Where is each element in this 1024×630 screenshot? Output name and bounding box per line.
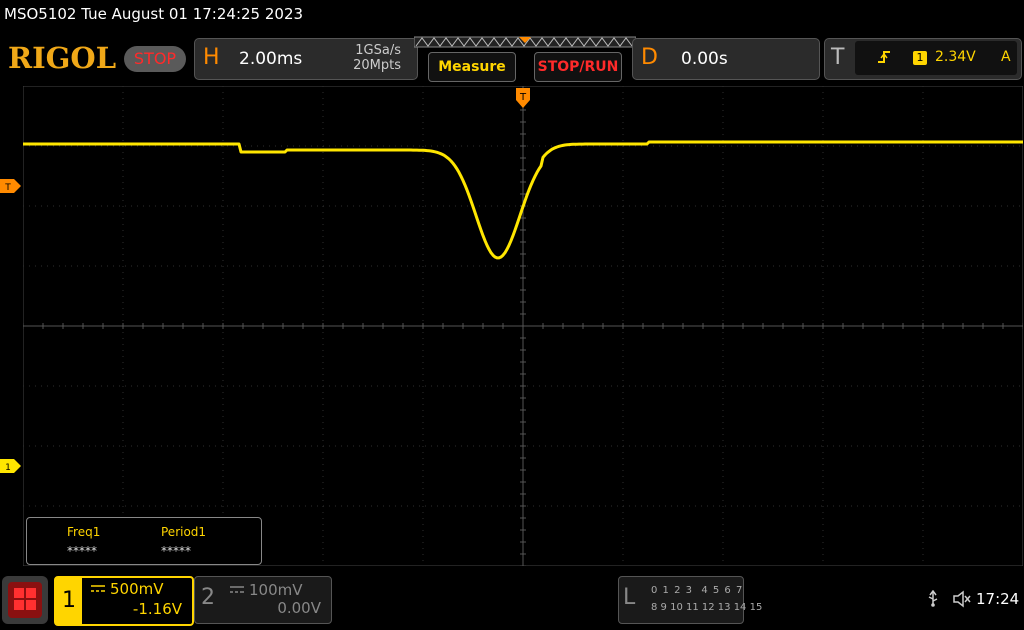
trigger-position-bar (414, 36, 636, 48)
grid-menu-icon (8, 582, 42, 618)
measurement-label: Period1 (161, 525, 207, 539)
clock: 17:24 (976, 590, 1020, 608)
trigger-position-marker: T (516, 88, 530, 108)
menu-button[interactable] (2, 576, 48, 624)
speaker-muted-icon[interactable] (952, 590, 972, 612)
measurement-value: ***** (67, 544, 97, 558)
channel2-scale: 100mV (249, 581, 303, 599)
timebase-value: 2.00ms (239, 49, 303, 69)
dc-coupling-icon (91, 585, 105, 592)
channel1-number: 1 (56, 578, 82, 624)
run-state-indicator[interactable]: STOP (124, 46, 186, 72)
logic-channels-row1: 0 1 2 3 4 5 6 7 (651, 585, 744, 596)
waveform-grid (23, 86, 1023, 566)
stop-run-button[interactable]: STOP/RUN (534, 52, 622, 82)
sample-rate-value: 1GSa/s (355, 43, 401, 58)
delay-letter: D (641, 45, 658, 70)
trigger-level-value: 2.34V (935, 49, 976, 65)
measurement-label: Freq1 (67, 525, 101, 539)
memory-depth-value: 20Mpts (353, 58, 401, 73)
channel1-panel[interactable]: 1 500mV -1.16V (54, 576, 194, 626)
trigger-letter: T (831, 45, 845, 70)
channel2-number: 2 (201, 585, 215, 610)
logic-channels-row2: 8 9 10 11 12 13 14 15 (651, 602, 763, 613)
measure-button[interactable]: Measure (428, 52, 516, 82)
title-bar: MSO5102 Tue August 01 17:24:25 2023 (0, 0, 1024, 32)
trigger-settings: 1 2.34V A (855, 41, 1017, 75)
delay-panel[interactable]: D 0.00s (632, 38, 820, 80)
channel2-offset: 0.00V (277, 599, 321, 617)
horizontal-panel[interactable]: H 2.00ms 1GSa/s 20Mpts (194, 38, 418, 80)
trigger-source-badge: 1 (913, 51, 927, 65)
channel1-ground-marker: 1 (0, 459, 21, 473)
svg-text:T: T (519, 92, 527, 103)
channel1-offset: -1.16V (132, 600, 182, 618)
usb-icon (926, 589, 940, 612)
channel1-scale: 500mV (110, 580, 164, 598)
svg-text:1: 1 (5, 463, 11, 473)
svg-text:T: T (4, 183, 11, 193)
horizontal-letter: H (203, 45, 220, 70)
measurement-panel[interactable]: Freq1 ***** Period1 ***** (26, 517, 262, 565)
device-datetime-label: MSO5102 Tue August 01 17:24:25 2023 (4, 5, 304, 23)
channel2-panel[interactable]: 2 100mV 0.00V (194, 576, 332, 624)
trigger-mode-value: A (1001, 49, 1011, 65)
trigger-panel[interactable]: T 1 2.34V A (824, 38, 1022, 80)
logic-analyzer-panel[interactable]: L 0 1 2 3 4 5 6 7 8 9 10 11 12 13 14 15 (618, 576, 762, 624)
rising-edge-icon (877, 49, 891, 69)
logic-letter: L (623, 585, 636, 610)
rigol-logo: RIGOL (8, 41, 117, 75)
dc-coupling-icon (230, 586, 244, 593)
trigger-level-marker: T (0, 179, 21, 193)
delay-value: 0.00s (681, 49, 728, 69)
measurement-value: ***** (161, 544, 191, 558)
